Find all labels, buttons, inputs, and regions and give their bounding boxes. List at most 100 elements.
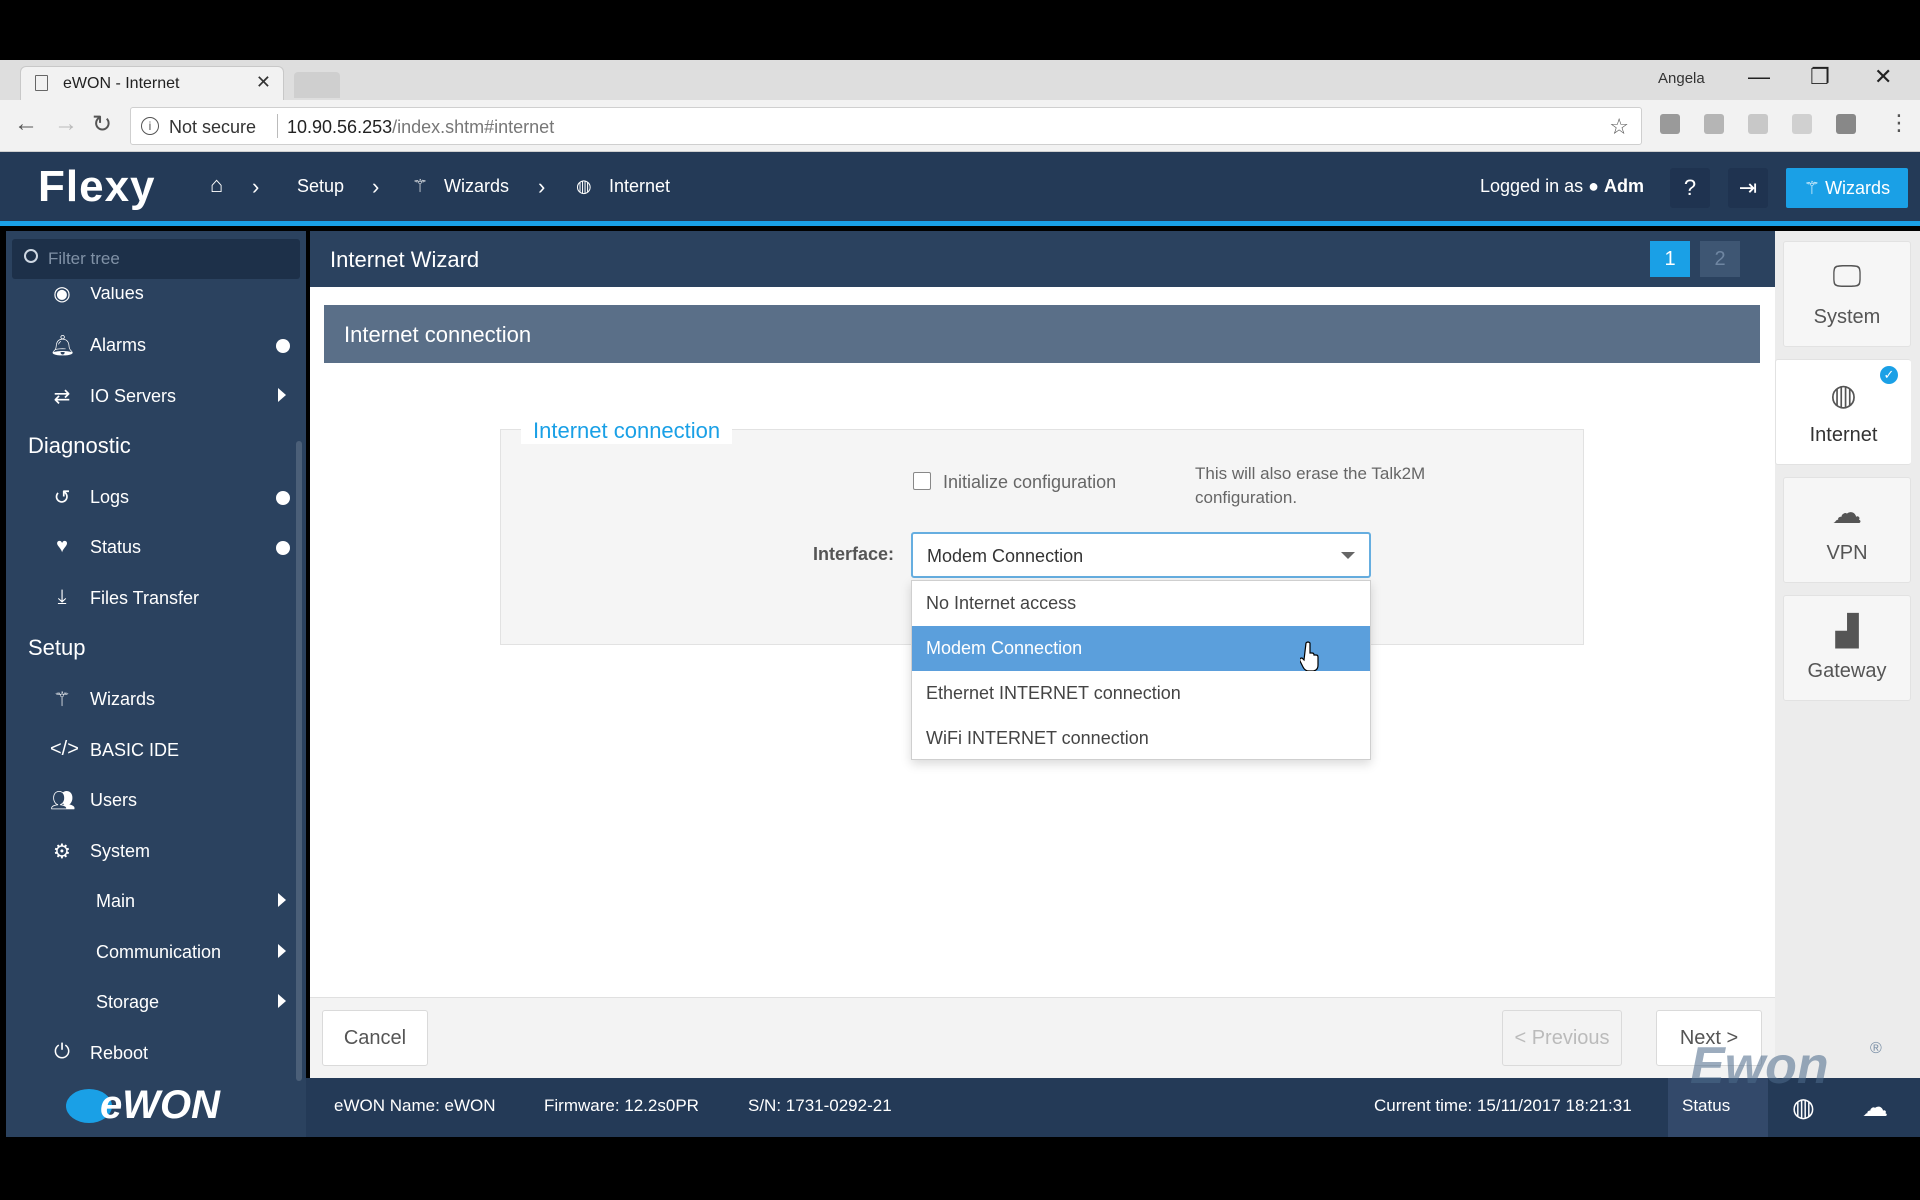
url-text[interactable]: 10.90.56.253/index.shtm#internet — [287, 117, 554, 138]
option-label: Modem Connection — [926, 638, 1083, 658]
cancel-button[interactable]: Cancel — [322, 1010, 428, 1066]
sidebar-item-files-transfer[interactable]: ⤓ Files Transfer — [6, 578, 296, 618]
rail-item-label: Gateway — [1807, 660, 1887, 682]
sidebar-item-main[interactable]: Main — [6, 881, 296, 921]
cloud-icon: ☁ — [1832, 497, 1862, 530]
expand-dot-icon[interactable] — [276, 491, 290, 505]
address-bar[interactable]: i Not secure 10.90.56.253/index.shtm#int… — [130, 107, 1642, 145]
extension-icon[interactable] — [1660, 114, 1680, 134]
reload-icon[interactable]: ↻ — [92, 110, 112, 139]
sidebar-item-label: IO Servers — [90, 386, 177, 406]
initialize-configuration-checkbox[interactable] — [913, 472, 931, 490]
ewon-logo: eWON — [66, 1081, 266, 1131]
document-icon — [35, 75, 48, 91]
help-button[interactable]: ? — [1670, 168, 1710, 208]
browser-tabbar: eWON - Internet ✕ Angela — ❐ ✕ — [0, 60, 1920, 100]
profile-name[interactable]: Angela — [1658, 70, 1705, 87]
section-setup: Setup — [28, 635, 86, 660]
security-label[interactable]: Not secure — [169, 117, 256, 138]
status-link-label: Status — [1682, 1096, 1731, 1115]
interface-select[interactable]: Modem Connection — [911, 532, 1371, 578]
close-tab-icon[interactable]: ✕ — [256, 72, 271, 93]
minimize-icon[interactable]: — — [1748, 64, 1770, 90]
reader-extension-icon[interactable] — [1748, 114, 1768, 134]
info-icon[interactable]: i — [141, 117, 159, 135]
magic-wand-icon: ⚚ — [1803, 178, 1821, 198]
expand-dot-icon[interactable] — [276, 339, 290, 353]
cloud-icon[interactable]: ☁ — [1862, 1092, 1888, 1123]
bookmark-star-icon[interactable]: ☆ — [1609, 114, 1629, 140]
wizards-button[interactable]: ⚚ Wizards — [1786, 168, 1908, 208]
app-header: Flexy ⌂ › Setup › ⚚ Wizards › ◍ Internet… — [0, 152, 1920, 226]
wizard-footer: Cancel < Previous Next > — [310, 997, 1775, 1078]
wizard-step-1[interactable]: 1 — [1650, 241, 1690, 277]
globe-icon[interactable]: ◍ — [1792, 1092, 1815, 1123]
restore-icon[interactable]: ❐ — [1810, 64, 1830, 90]
magic-wand-icon: ⚚ — [53, 689, 71, 711]
sidebar-item-label: Reboot — [90, 1043, 149, 1063]
browser-toolbar: ← → ↻ i Not secure 10.90.56.253/index.sh… — [0, 100, 1920, 152]
magic-wand-icon: ⚚ — [412, 176, 429, 196]
rail-item-gateway[interactable]: ▟ Gateway — [1783, 595, 1911, 701]
forward-icon[interactable]: → — [54, 110, 78, 138]
sidebar-item-label: Alarms — [90, 335, 147, 355]
pdf-extension-icon[interactable] — [1704, 114, 1724, 134]
close-window-icon[interactable]: ✕ — [1874, 64, 1892, 90]
initialize-configuration-label[interactable]: Initialize configuration — [943, 472, 1116, 493]
sidebar-item-status[interactable]: ♥ Status — [6, 527, 296, 567]
option-no-internet[interactable]: No Internet access — [912, 581, 1370, 626]
wizard-step-2[interactable]: 2 — [1700, 241, 1740, 277]
sidebar-item-storage[interactable]: Storage — [6, 982, 296, 1022]
sidebar-item-reboot[interactable]: ⏻ Reboot — [6, 1033, 296, 1073]
option-ethernet-internet[interactable]: Ethernet INTERNET connection — [912, 671, 1370, 716]
sidebar-item-users[interactable]: 👥︎ Users — [6, 780, 296, 820]
code-icon: </> — [50, 738, 79, 760]
logout-button[interactable]: ⇥ — [1728, 168, 1768, 208]
sidebar-item-alarms[interactable]: 🔔︎ Alarms — [6, 325, 296, 365]
caret-right-icon[interactable] — [278, 994, 286, 1008]
new-tab-button[interactable] — [294, 72, 340, 98]
sidebar-item-values[interactable]: ◉ Values — [6, 287, 296, 313]
fieldset-legend: Internet connection — [521, 418, 733, 444]
home-icon[interactable]: ⌂ — [210, 172, 223, 198]
sidebar-item-logs[interactable]: ↺ Logs — [6, 477, 296, 517]
previous-button[interactable]: < Previous — [1502, 1010, 1622, 1066]
expand-dot-icon[interactable] — [276, 541, 290, 555]
sidebar-item-label: System — [90, 841, 151, 861]
sidebar-scrollbar[interactable] — [296, 441, 302, 1081]
sidebar-item-communication[interactable]: Communication — [6, 932, 296, 972]
sidebar-item-basic-ide[interactable]: </> BASIC IDE — [6, 730, 296, 770]
sidebar-item-label: Status — [90, 537, 142, 557]
snowflake-extension-icon[interactable] — [1792, 114, 1812, 134]
sidebar-item-io-servers[interactable]: ⇄ IO Servers — [6, 376, 296, 416]
sidebar-item-wizards[interactable]: ⚚ Wizards — [6, 679, 296, 719]
rail-item-internet[interactable]: ✓ ◍ Internet — [1775, 359, 1911, 465]
sidebar-item-label: Communication — [96, 942, 222, 962]
filter-tree-input[interactable]: Filter tree — [12, 239, 300, 279]
browser-tab[interactable]: eWON - Internet ✕ — [20, 66, 284, 100]
sidebar-item-label: Main — [96, 891, 136, 911]
sidebar-item-label: BASIC IDE — [90, 740, 180, 760]
back-icon[interactable]: ← — [14, 110, 38, 138]
breadcrumb-internet[interactable]: Internet — [609, 176, 670, 197]
caret-right-icon[interactable] — [278, 893, 286, 907]
option-wifi-internet[interactable]: WiFi INTERNET connection — [912, 716, 1370, 761]
search-icon — [24, 249, 38, 263]
main-content: Internet Wizard 1 2 Internet connection … — [310, 231, 1775, 1078]
sidebar-tree[interactable]: ◉ Values 🔔︎ Alarms ⇄ IO Servers Diagnost… — [6, 287, 306, 1077]
screen-extension-icon[interactable] — [1836, 114, 1856, 134]
rail-item-system[interactable]: 🖵︎ System — [1783, 241, 1911, 347]
caret-right-icon[interactable] — [278, 388, 286, 402]
breadcrumb-wizards[interactable]: Wizards — [444, 176, 509, 197]
rail-item-vpn[interactable]: ☁ VPN — [1783, 477, 1911, 583]
caret-right-icon[interactable] — [278, 944, 286, 958]
browser-menu-icon[interactable]: ⋮ — [1888, 110, 1910, 136]
registered-mark: ® — [1870, 1040, 1882, 1057]
sidebar-item-system[interactable]: ⚙ System — [6, 831, 296, 871]
breadcrumb-setup[interactable]: Setup — [297, 176, 344, 197]
eye-icon: ◉ — [53, 287, 71, 305]
divider — [277, 114, 278, 138]
section-diagnostic: Diagnostic — [28, 433, 131, 458]
url-host: 10.90.56.253 — [287, 117, 393, 137]
sidebar-item-label: Logs — [90, 487, 130, 507]
